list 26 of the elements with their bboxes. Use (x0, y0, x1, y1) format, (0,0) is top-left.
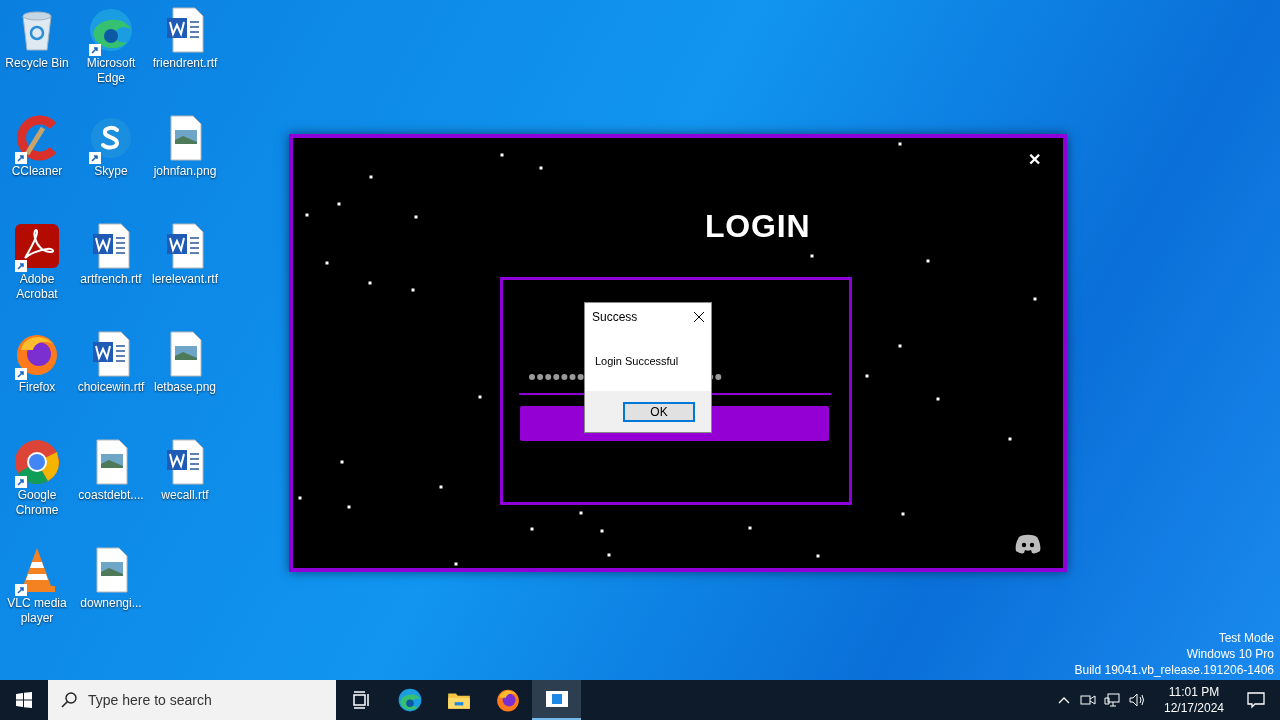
clock-time: 11:01 PM (1168, 684, 1220, 700)
desktop-icon-label: letbase.png (152, 380, 218, 395)
desktop-icon-label: Recycle Bin (4, 56, 70, 71)
desktop-icon-label: VLC media player (6, 596, 68, 626)
desktop-icon-label: downengi... (79, 596, 143, 611)
desktop-icon-label: johnfan.png (152, 164, 218, 179)
desktop-icon-label: artfrench.rtf (79, 272, 143, 287)
dialog-message: Login Successful (595, 353, 679, 369)
desktop-icon-label: Firefox (17, 380, 57, 395)
desktop-icon-label: wecall.rtf (160, 488, 210, 503)
desktop-icon-label: choicewin.rtf (76, 380, 146, 395)
search-placeholder: Type here to search (88, 690, 212, 710)
desktop-icon-label: coastdebt.... (77, 488, 145, 503)
desktop-icon-label: Google Chrome (14, 488, 60, 518)
login-title: LOGIN (705, 210, 811, 242)
desktop-icon-label: Microsoft Edge (85, 56, 137, 86)
desktop-icon-label: lerelevant.rtf (151, 272, 219, 287)
dialog-title: Success (592, 309, 638, 326)
desktop-icon-label: Skype (93, 164, 129, 179)
system-watermark-text: Test Mode (1218, 630, 1274, 646)
desktop-icon-label: friendrent.rtf (151, 56, 219, 71)
system-watermark-text: Build 19041.vb_release.191206-1406 (1074, 662, 1274, 678)
clock-date: 12/17/2024 (1163, 700, 1225, 716)
desktop-icon-label: CCleaner (10, 164, 64, 179)
desktop-icon-label: Adobe Acrobat (15, 272, 59, 302)
system-watermark-text: Windows 10 Pro (1186, 646, 1274, 662)
